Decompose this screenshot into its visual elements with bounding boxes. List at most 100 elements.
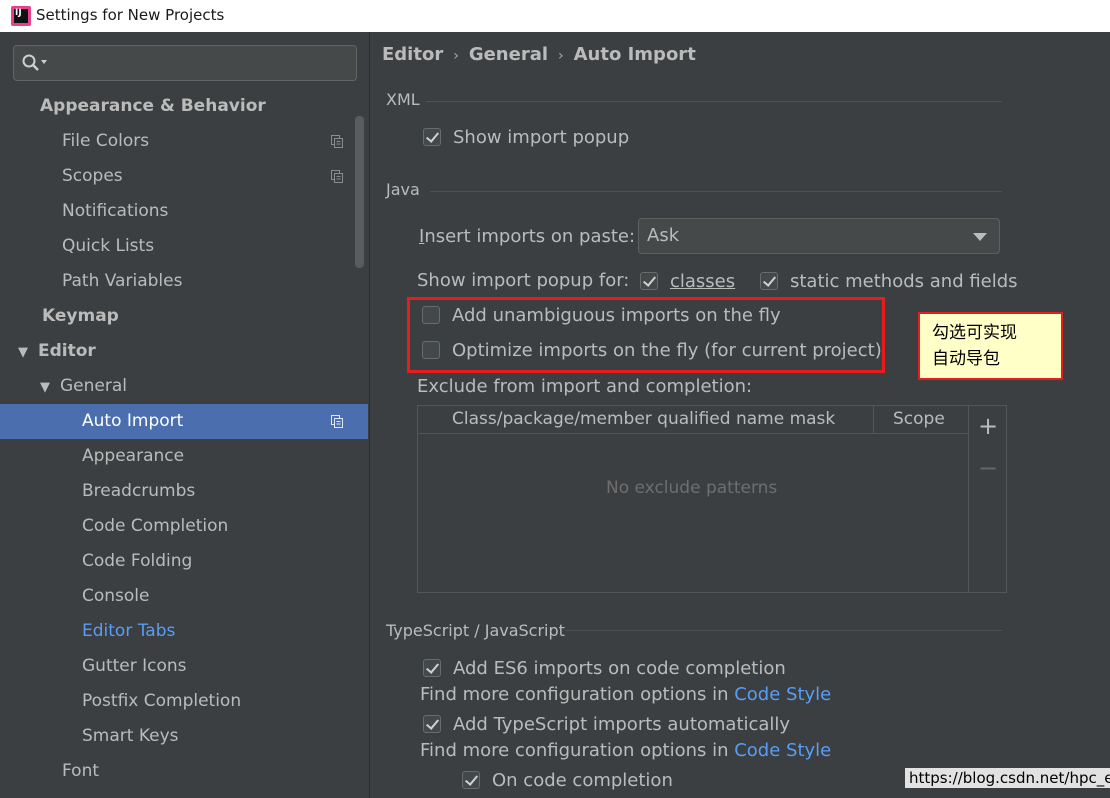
code-style-link[interactable]: Code Style: [734, 740, 831, 761]
sidebar-item-gutter-icons[interactable]: Gutter Icons: [0, 649, 368, 684]
typescript-section-title: TypeScript / JavaScript: [386, 621, 565, 640]
sidebar-item-label: Smart Keys: [82, 726, 179, 746]
chevron-down-icon: [973, 233, 987, 241]
table-header: Class/package/member qualified name mask…: [418, 406, 968, 434]
sidebar-item-quick-lists[interactable]: Quick Lists: [0, 229, 368, 264]
expand-arrow-icon[interactable]: ▼: [40, 370, 50, 405]
sidebar-item-label: Code Completion: [82, 516, 229, 536]
breadcrumb-general: General: [468, 44, 549, 65]
sidebar-item-label: Font: [62, 761, 100, 781]
settings-content: Editor › General › Auto Import XML Show impo…: [370, 32, 1110, 798]
sidebar-item-label: Appearance: [82, 446, 185, 466]
sidebar-item-breadcrumbs[interactable]: Breadcrumbs: [0, 474, 368, 509]
exclude-label: Exclude from import and completion:: [417, 376, 753, 397]
sidebar-item-editor[interactable]: ▼ Editor: [0, 334, 368, 369]
watermark: https://blog.csdn.net/hpc_er: [905, 768, 1110, 788]
project-copy-icon: [331, 415, 343, 428]
intellij-logo-icon: [11, 6, 31, 26]
sidebar-item-label: Notifications: [62, 201, 169, 221]
sidebar-item-appearance-behavior[interactable]: Appearance & Behavior: [0, 89, 368, 124]
insert-imports-dropdown[interactable]: Ask: [638, 218, 1000, 254]
sidebar-item-label: Editor Tabs: [82, 621, 176, 641]
code-style-link[interactable]: Code Style: [734, 684, 831, 705]
checkbox-icon[interactable]: [462, 771, 480, 789]
annotation-callout: 勾选可实现 自动导包: [918, 312, 1063, 380]
sidebar-item-appearance[interactable]: Appearance: [0, 439, 368, 474]
sidebar-item-label: General: [60, 376, 127, 396]
sidebar-item-file-colors[interactable]: File Colors: [0, 124, 368, 159]
checkbox-icon[interactable]: [422, 306, 440, 324]
xml-show-import-popup-checkbox[interactable]: Show import popup: [423, 126, 629, 150]
checkbox-icon[interactable]: [422, 341, 440, 359]
sidebar-item-label: Scopes: [62, 166, 123, 186]
chevron-right-icon: ›: [558, 48, 564, 64]
sidebar-item-label: Console: [82, 586, 150, 606]
sidebar-item-label: Breadcrumbs: [82, 481, 196, 501]
java-section-title: Java: [386, 180, 420, 199]
sidebar-item-keymap[interactable]: Keymap: [0, 299, 368, 334]
sidebar-item-code-completion[interactable]: Code Completion: [0, 509, 368, 544]
column-divider: [873, 406, 874, 433]
breadcrumb-auto-import: Auto Import: [573, 44, 696, 65]
breadcrumb: Editor › General › Auto Import: [382, 44, 696, 65]
code-style-hint-2: Find more configuration options in Code …: [420, 740, 832, 761]
sidebar-item-scopes[interactable]: Scopes: [0, 159, 368, 194]
add-es6-imports-checkbox[interactable]: Add ES6 imports on code completion: [423, 657, 786, 681]
add-unambiguous-imports-checkbox[interactable]: Add unambiguous imports on the fly: [422, 304, 781, 328]
checkbox-icon[interactable]: [640, 272, 658, 290]
checkbox-icon[interactable]: [423, 128, 441, 146]
settings-search[interactable]: [13, 45, 357, 81]
sidebar-item-general[interactable]: ▼ General: [0, 369, 368, 404]
column-header-mask[interactable]: Class/package/member qualified name mask: [452, 406, 835, 433]
show-popup-for-label: Show import popup for:: [417, 270, 630, 291]
on-code-completion-checkbox[interactable]: On code completion: [462, 769, 673, 793]
sidebar-item-auto-import[interactable]: Auto Import: [0, 404, 368, 439]
insert-imports-label: Insert imports on paste:: [419, 226, 636, 247]
sidebar-item-label: Appearance & Behavior: [40, 96, 266, 116]
project-copy-icon: [331, 135, 343, 148]
sidebar-item-label: Gutter Icons: [82, 656, 187, 676]
table-toolbar: + −: [968, 406, 1007, 592]
add-typescript-imports-checkbox[interactable]: Add TypeScript imports automatically: [423, 713, 790, 737]
sidebar-item-label: File Colors: [62, 131, 150, 151]
section-divider: [430, 191, 1002, 192]
breadcrumb-editor: Editor: [382, 44, 444, 65]
sidebar-item-font[interactable]: Font: [0, 754, 368, 789]
exclude-table[interactable]: Class/package/member qualified name mask…: [417, 405, 1007, 593]
sidebar-item-label: Editor: [38, 341, 96, 361]
checkbox-icon[interactable]: [760, 272, 778, 290]
classes-checkbox[interactable]: classes: [640, 270, 735, 294]
code-style-hint-1: Find more configuration options in Code …: [420, 684, 832, 705]
sidebar-item-label: Path Variables: [62, 271, 183, 291]
title-bar: Settings for New Projects: [0, 0, 1110, 32]
settings-sidebar: Appearance & Behavior File Colors Scopes No…: [0, 32, 370, 798]
chevron-right-icon: ›: [453, 48, 459, 64]
add-icon[interactable]: +: [978, 412, 998, 440]
sidebar-item-label: Quick Lists: [62, 236, 155, 256]
sidebar-item-label: Code Folding: [82, 551, 193, 571]
static-methods-checkbox[interactable]: static methods and fields: [760, 270, 1018, 294]
sidebar-item-notifications[interactable]: Notifications: [0, 194, 368, 229]
sidebar-item-postfix-completion[interactable]: Postfix Completion: [0, 684, 368, 719]
checkbox-icon[interactable]: [423, 659, 441, 677]
search-icon: [22, 54, 47, 71]
column-header-scope[interactable]: Scope: [893, 406, 945, 433]
sidebar-item-label: Auto Import: [82, 411, 184, 431]
xml-section-title: XML: [386, 90, 420, 109]
remove-icon[interactable]: −: [978, 454, 998, 482]
expand-arrow-icon[interactable]: ▼: [18, 335, 28, 370]
section-divider: [566, 630, 1002, 631]
table-empty-text: No exclude patterns: [606, 478, 778, 498]
sidebar-item-editor-tabs[interactable]: Editor Tabs: [0, 614, 368, 649]
sidebar-item-label: Keymap: [42, 306, 119, 326]
section-divider: [426, 101, 1002, 102]
search-input[interactable]: [54, 50, 348, 76]
sidebar-item-code-folding[interactable]: Code Folding: [0, 544, 368, 579]
sidebar-item-smart-keys[interactable]: Smart Keys: [0, 719, 368, 754]
sidebar-item-console[interactable]: Console: [0, 579, 368, 614]
optimize-imports-checkbox[interactable]: Optimize imports on the fly (for current…: [422, 339, 882, 363]
sidebar-item-path-variables[interactable]: Path Variables: [0, 264, 368, 299]
checkbox-icon[interactable]: [423, 715, 441, 733]
window-title: Settings for New Projects: [36, 6, 225, 24]
sidebar-item-label: Postfix Completion: [82, 691, 242, 711]
